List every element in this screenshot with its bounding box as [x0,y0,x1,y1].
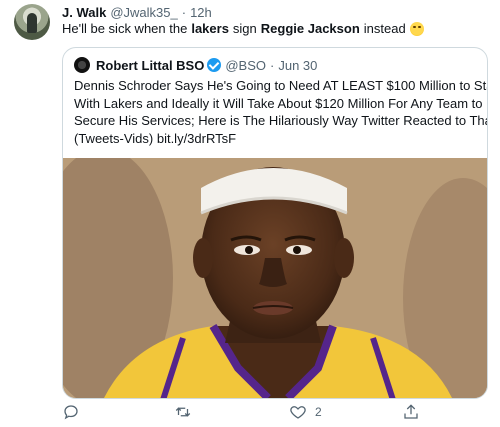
quoted-author-handle: @BSO [225,57,266,73]
verified-badge-icon [207,58,222,72]
quoted-tweet-header: Robert Littal BSO @BSO · Jun 30 [74,56,317,74]
tweet-actions: 2 [62,398,488,426]
author-handle[interactable]: @Jwalk35_ [110,5,177,20]
author-name[interactable]: J. Walk [62,5,106,20]
tweet-time[interactable]: 12h [190,5,212,20]
quoted-text-line: With Lakers and Ideally it Will Take Abo… [74,95,483,111]
share-button[interactable] [402,403,428,421]
retweet-icon [175,407,191,417]
laughing-emoji-icon [409,21,424,36]
tweet-text: He'll be sick when the lakers sign Reggi… [62,20,424,37]
quoted-header-separator: · [270,57,275,73]
quoted-text-line: Secure His Services; Here is The Hilario… [74,113,488,128]
quoted-tweet-time: Jun 30 [278,57,318,73]
tweet-header: J. Walk @Jwalk35_ · 12h [62,4,212,20]
reply-button[interactable] [62,403,88,421]
quoted-author-name: Robert Littal BSO [96,57,205,73]
heart-icon [290,406,306,419]
quoted-tweet[interactable]: Robert Littal BSO @BSO · Jun 30 Dennis S… [62,47,488,399]
retweet-button[interactable] [174,403,200,421]
like-count: 2 [315,405,322,419]
tweet[interactable]: J. Walk @Jwalk35_ · 12h He'll be sick wh… [0,0,500,427]
tweet-text-part: instead [363,21,406,36]
quoted-media-image[interactable] [63,158,487,398]
player-photo [63,158,487,398]
tweet-text-bold: Reggie Jackson [260,21,360,36]
tweet-text-part: He'll be sick when the [62,21,188,36]
like-button[interactable]: 2 [289,403,322,421]
tweet-text-part: sign [232,21,257,36]
quoted-text-line: (Tweets-Vids) bit.ly/3drRTsF [74,130,237,146]
share-icon [404,404,418,419]
quoted-avatar [74,57,90,73]
quoted-tweet-text: Dennis Schroder Says He's Going to Need … [74,77,488,147]
tweet-text-bold: lakers [191,21,229,36]
reply-icon [64,405,78,420]
header-separator: · [181,4,187,20]
quoted-text-line: Dennis Schroder Says He's Going to Need … [74,78,488,93]
avatar[interactable] [14,4,50,40]
